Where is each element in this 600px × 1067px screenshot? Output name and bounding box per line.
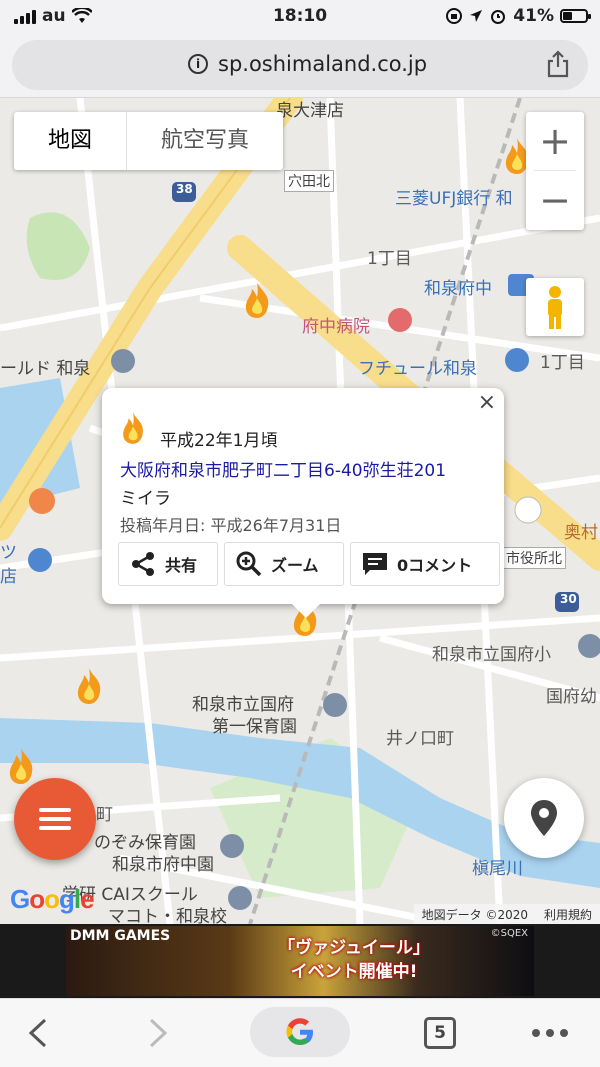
map-label: 府中病院 xyxy=(302,317,370,337)
incident-date: 平成22年1月頃 xyxy=(160,431,278,451)
comment-label: 0コメント xyxy=(397,556,473,575)
map-label: 和泉市府中園 xyxy=(112,855,214,875)
google-icon xyxy=(286,1018,313,1045)
ad-promo: 「ヴァジュイール」 イベント開催中! xyxy=(278,936,430,984)
pegman-icon xyxy=(548,286,562,329)
menu-button[interactable] xyxy=(14,778,96,860)
battery-icon xyxy=(560,9,591,23)
zoom-out-button[interactable]: − xyxy=(526,171,584,229)
tabs-button[interactable]: 5 xyxy=(424,1017,456,1049)
map-label: 国府幼 xyxy=(546,687,597,707)
map-label: 1丁目 xyxy=(540,353,585,373)
ad-promo-line: 「ヴァジュイール」 xyxy=(278,938,430,958)
my-location-button[interactable] xyxy=(504,778,584,858)
ad-copyright: ©SQEX xyxy=(490,928,528,939)
share-label: 共有 xyxy=(165,556,198,575)
zoom-label: ズーム xyxy=(271,556,319,575)
ad-banner[interactable]: DMM GAMES ©SQEX 「ヴァジュイール」 イベント開催中! xyxy=(0,924,600,998)
google-logo[interactable]: Google xyxy=(10,884,95,915)
attribution-text: 地図データ ©2020 xyxy=(421,907,528,922)
map-label: 和泉市立国府小 xyxy=(432,645,551,665)
map-type-satellite-button[interactable]: 航空写真 xyxy=(126,112,283,170)
popup-actions: 共有 ズーム 0コメント xyxy=(118,542,500,586)
back-icon[interactable] xyxy=(26,1017,50,1049)
comment-button[interactable]: 0コメント xyxy=(350,542,500,586)
location-arrow-icon xyxy=(470,10,483,22)
map-label: 奥村 xyxy=(564,523,598,543)
browser-bottom-bar: 5 xyxy=(0,998,600,1067)
map-label: ツ xyxy=(0,543,17,563)
zoom-in-button[interactable]: + xyxy=(526,112,584,170)
close-icon[interactable]: × xyxy=(478,390,496,415)
battery-percent: 41% xyxy=(513,6,554,26)
share-icon xyxy=(132,552,154,576)
street-view-button[interactable] xyxy=(526,278,584,336)
map-attribution: 地図データ ©2020 利用規約 xyxy=(413,904,600,924)
map-type-map-button[interactable]: 地図 xyxy=(14,112,126,170)
location-pin-icon xyxy=(531,800,557,836)
ad-brand: DMM GAMES xyxy=(70,928,171,944)
ad-image[interactable]: DMM GAMES ©SQEX 「ヴァジュイール」 イベント開催中! xyxy=(66,926,534,996)
map-label: 1丁目 xyxy=(367,249,412,269)
share-icon[interactable] xyxy=(546,50,570,78)
status-bar: au 18:10 41% xyxy=(0,0,600,34)
forward-icon[interactable] xyxy=(146,1017,170,1049)
map-label: マコト・和泉校 xyxy=(108,907,227,924)
zoom-icon xyxy=(236,551,262,577)
poster-name: ミイラ xyxy=(120,489,171,509)
route-shield: 38 xyxy=(176,182,193,196)
browser-toolbar: i sp.oshimaland.co.jp xyxy=(0,34,600,98)
info-popup: × 平成22年1月頃 大阪府和泉市肥子町二丁目6-40弥生荘201 ミイラ 投稿… xyxy=(102,388,504,618)
map-type-toggle: 地図 航空写真 xyxy=(14,112,284,170)
terms-link[interactable]: 利用規約 xyxy=(544,906,592,923)
alarm-icon xyxy=(491,10,506,24)
info-icon[interactable]: i xyxy=(188,54,208,74)
screen: au 18:10 41% i sp.oshimaland.co.jp 泉大津店 … xyxy=(0,0,600,1067)
more-icon[interactable] xyxy=(532,1029,568,1037)
map-label: 泉大津店 xyxy=(276,101,344,121)
ad-promo-line: イベント開催中! xyxy=(290,962,418,982)
map-label: 町 xyxy=(96,805,113,825)
comment-icon xyxy=(363,553,387,575)
map-label: 店 xyxy=(0,567,17,587)
fire-icon[interactable] xyxy=(240,280,274,320)
address-link[interactable]: 大阪府和泉市肥子町二丁目6-40弥生荘201 xyxy=(120,456,446,481)
fire-icon xyxy=(123,412,143,444)
map-label: 穴田北 xyxy=(284,170,334,192)
map-label: ールド 和泉 xyxy=(0,359,91,379)
url-text[interactable]: sp.oshimaland.co.jp xyxy=(218,52,427,76)
zoom-button[interactable]: ズーム xyxy=(224,542,344,586)
zoom-control: + − xyxy=(526,112,584,230)
google-search-button[interactable] xyxy=(250,1007,350,1057)
fire-icon[interactable] xyxy=(72,666,106,706)
map-label: 和泉府中 xyxy=(424,279,492,299)
map[interactable]: 泉大津店 穴田北 38 三菱UFJ銀行 和 1丁目 和泉府中 府中病院 ールド … xyxy=(0,98,600,924)
fire-icon[interactable] xyxy=(4,746,38,786)
address-bar[interactable]: i sp.oshimaland.co.jp xyxy=(12,40,588,90)
map-label: 第一保育園 xyxy=(212,717,297,737)
map-label: 井ノ口町 xyxy=(386,729,454,749)
map-label: 三菱UFJ銀行 和 xyxy=(395,189,513,209)
route-shield: 30 xyxy=(560,592,577,606)
rotation-lock-icon xyxy=(446,8,463,24)
share-button[interactable]: 共有 xyxy=(118,542,218,586)
map-label: フチュール和泉 xyxy=(358,359,477,379)
map-label: 市役所北 xyxy=(502,547,566,569)
posted-date: 投稿年月日: 平成26年7月31日 xyxy=(120,516,342,535)
